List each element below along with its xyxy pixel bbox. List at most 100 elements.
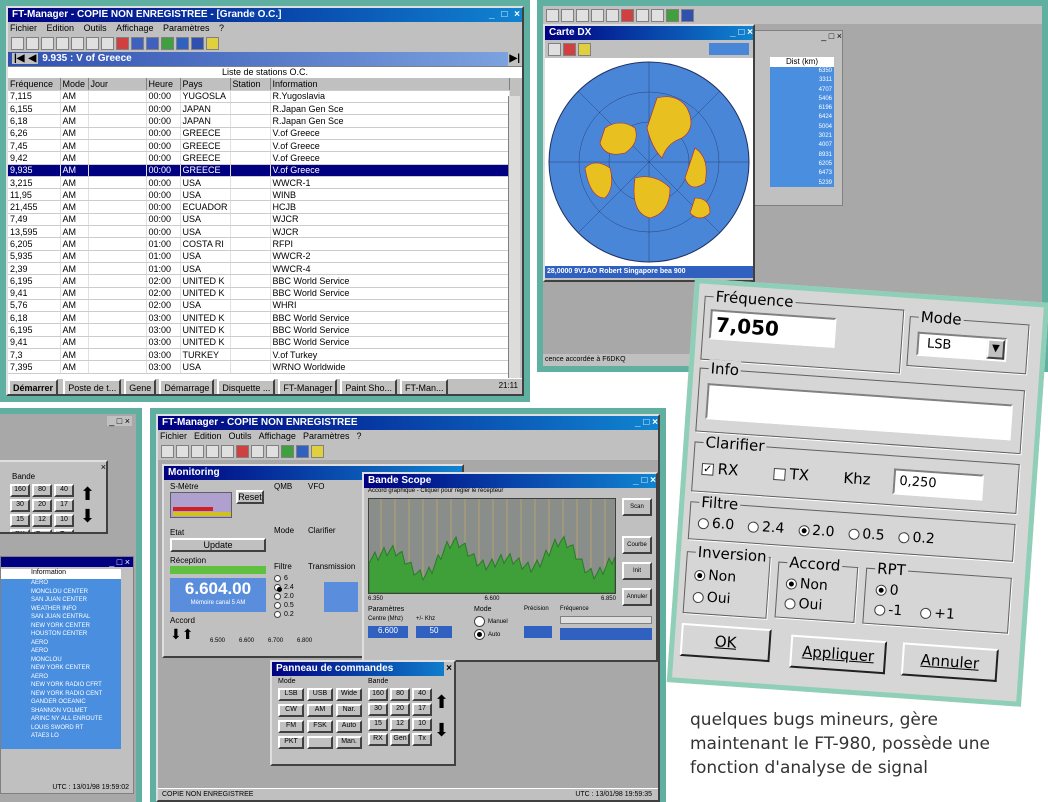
s-save-icon[interactable]: [191, 444, 204, 458]
filtre-radio[interactable]: [898, 531, 910, 544]
column-header[interactable]: Pays: [180, 78, 231, 91]
tb-icon-4[interactable]: [591, 8, 604, 22]
tb-icon-5[interactable]: [606, 8, 619, 22]
filtre-radio[interactable]: [747, 520, 760, 533]
info-input[interactable]: [705, 383, 1013, 441]
column-header[interactable]: Station: [230, 78, 271, 91]
list-item[interactable]: AERO: [31, 639, 121, 648]
monitor-filter-option[interactable]: 0.2: [274, 610, 294, 619]
band-button[interactable]: 80: [32, 484, 52, 497]
band-button[interactable]: PKT: [278, 736, 304, 749]
band-button[interactable]: 17: [412, 703, 432, 716]
appliquer-button[interactable]: Appliquer: [789, 634, 888, 675]
distance-item[interactable]: 6473: [770, 169, 832, 178]
copy-icon[interactable]: [86, 36, 99, 50]
list-item[interactable]: SAN JUAN CENTRAL: [31, 613, 121, 622]
table-row[interactable]: 9,935 AM 00:00 GREECE V.of Greece: [8, 164, 510, 177]
s-chart-icon[interactable]: [281, 444, 294, 458]
azimuthal-world-map[interactable]: [545, 58, 753, 266]
band-button[interactable]: 80: [390, 688, 410, 701]
prev-record-button[interactable]: ◀: [26, 53, 39, 64]
list-item[interactable]: SAN JUAN CENTER: [31, 596, 121, 605]
s-next-icon[interactable]: [266, 444, 279, 458]
table-row[interactable]: 6,195 AM 03:00 UNITED K BBC World Service: [8, 323, 510, 337]
next-record-button[interactable]: ▶|: [507, 52, 522, 66]
distance-item[interactable]: 3021: [770, 132, 832, 141]
mode-auto[interactable]: Auto: [474, 629, 500, 640]
band-button[interactable]: 15: [368, 718, 388, 731]
rpt-plus1-radio[interactable]: [919, 607, 932, 619]
filtre-radio[interactable]: [697, 517, 710, 530]
monitor-filter-radio[interactable]: [274, 610, 281, 618]
menu-help[interactable]: ?: [219, 23, 224, 33]
distance-item[interactable]: 4707: [770, 86, 832, 95]
s-smiley-icon[interactable]: [311, 444, 324, 458]
list-item[interactable]: NEW YORK CENTER: [31, 664, 121, 673]
update-button[interactable]: Update: [170, 538, 266, 552]
band-button[interactable]: 20: [390, 703, 410, 716]
list-item[interactable]: LOUIS SWORD RT: [31, 724, 121, 733]
accord-oui[interactable]: Oui: [784, 595, 823, 614]
accord-arrows[interactable]: ⬇⬆: [170, 626, 193, 643]
command-panel-close[interactable]: ×: [444, 662, 454, 676]
save-icon[interactable]: [41, 36, 54, 50]
table-row[interactable]: 2,39 AM 01:00 USA WWCR-4: [8, 262, 510, 276]
tx-checkbox-row[interactable]: TX: [773, 464, 810, 484]
accord-non-radio[interactable]: [785, 577, 798, 590]
band-button[interactable]: 15: [10, 514, 30, 527]
s-new-icon[interactable]: [161, 444, 174, 458]
inversion-non[interactable]: Non: [693, 567, 737, 586]
band-button[interactable]: RX: [10, 529, 30, 532]
taskbar-item[interactable]: Démarrage: [159, 379, 215, 394]
band-button[interactable]: 160: [368, 688, 388, 701]
reset-button[interactable]: Reset: [236, 490, 264, 504]
filtre-radio[interactable]: [797, 524, 810, 537]
rpt-0-radio[interactable]: [875, 583, 888, 596]
list-item[interactable]: AERO: [31, 647, 121, 656]
scope-button[interactable]: Courbe: [622, 536, 652, 554]
info-icon[interactable]: [191, 36, 204, 50]
centre-input[interactable]: 6.600: [368, 626, 408, 638]
paste-icon[interactable]: [101, 36, 114, 50]
precision-input[interactable]: [524, 626, 552, 638]
rpt-plus1[interactable]: +1: [919, 605, 955, 623]
tx-checkbox[interactable]: [773, 467, 786, 481]
distance-item[interactable]: 8931: [770, 151, 832, 160]
scope-menu-fichier[interactable]: Fichier: [160, 431, 187, 441]
carte-dx-controls[interactable]: _ □ ×: [730, 26, 753, 40]
left-list-controls[interactable]: _ □ ×: [1, 557, 133, 567]
table-row[interactable]: 21,455 AM 00:00 ECUADOR HCJB: [8, 200, 510, 214]
scope-button[interactable]: Init: [622, 562, 652, 580]
s-print-icon[interactable]: [206, 444, 219, 458]
distance-item[interactable]: 6205: [770, 160, 832, 169]
distance-window-controls[interactable]: _ □ ×: [748, 31, 842, 43]
band-button[interactable]: Tx: [412, 733, 432, 746]
inversion-non-radio[interactable]: [693, 569, 706, 581]
filtre-option[interactable]: 0.2: [898, 529, 935, 547]
spectrum-area[interactable]: [368, 535, 616, 594]
band-button[interactable]: 30: [10, 499, 30, 512]
band-button[interactable]: Gen: [390, 733, 410, 746]
print-icon[interactable]: [56, 36, 69, 50]
s-open-icon[interactable]: [176, 444, 189, 458]
menu-fichier[interactable]: Fichier: [10, 23, 37, 33]
menu-parametres[interactable]: Paramètres: [163, 23, 210, 33]
distance-item[interactable]: 5406: [770, 95, 832, 104]
next-icon[interactable]: [146, 36, 159, 50]
inversion-oui[interactable]: Oui: [692, 589, 731, 607]
taskbar-item[interactable]: Gene: [124, 379, 157, 394]
table-row[interactable]: 7,115 AM 00:00 YUGOSLA R.Yugoslavia: [8, 90, 510, 104]
table-row[interactable]: 7,49 AM 00:00 USA WJCR: [8, 213, 510, 227]
tb-icon-7[interactable]: [636, 8, 649, 22]
band-button[interactable]: Gen: [32, 529, 52, 532]
band-button[interactable]: Nar.: [336, 704, 362, 717]
scope-spectrum[interactable]: [368, 499, 616, 594]
cmd-down-arrow[interactable]: ⬇: [434, 720, 449, 741]
table-row[interactable]: 6,18 AM 03:00 UNITED K BBC World Service: [8, 311, 510, 325]
accord-oui-radio[interactable]: [784, 597, 796, 610]
table-row[interactable]: 6,205 AM 01:00 COSTA RI RFPI: [8, 237, 510, 251]
column-header[interactable]: Jour: [88, 78, 147, 91]
rpt-minus1-radio[interactable]: [873, 603, 886, 616]
distance-item[interactable]: 6424: [770, 113, 832, 122]
table-row[interactable]: 6,195 AM 02:00 UNITED K BBC World Service: [8, 274, 510, 288]
